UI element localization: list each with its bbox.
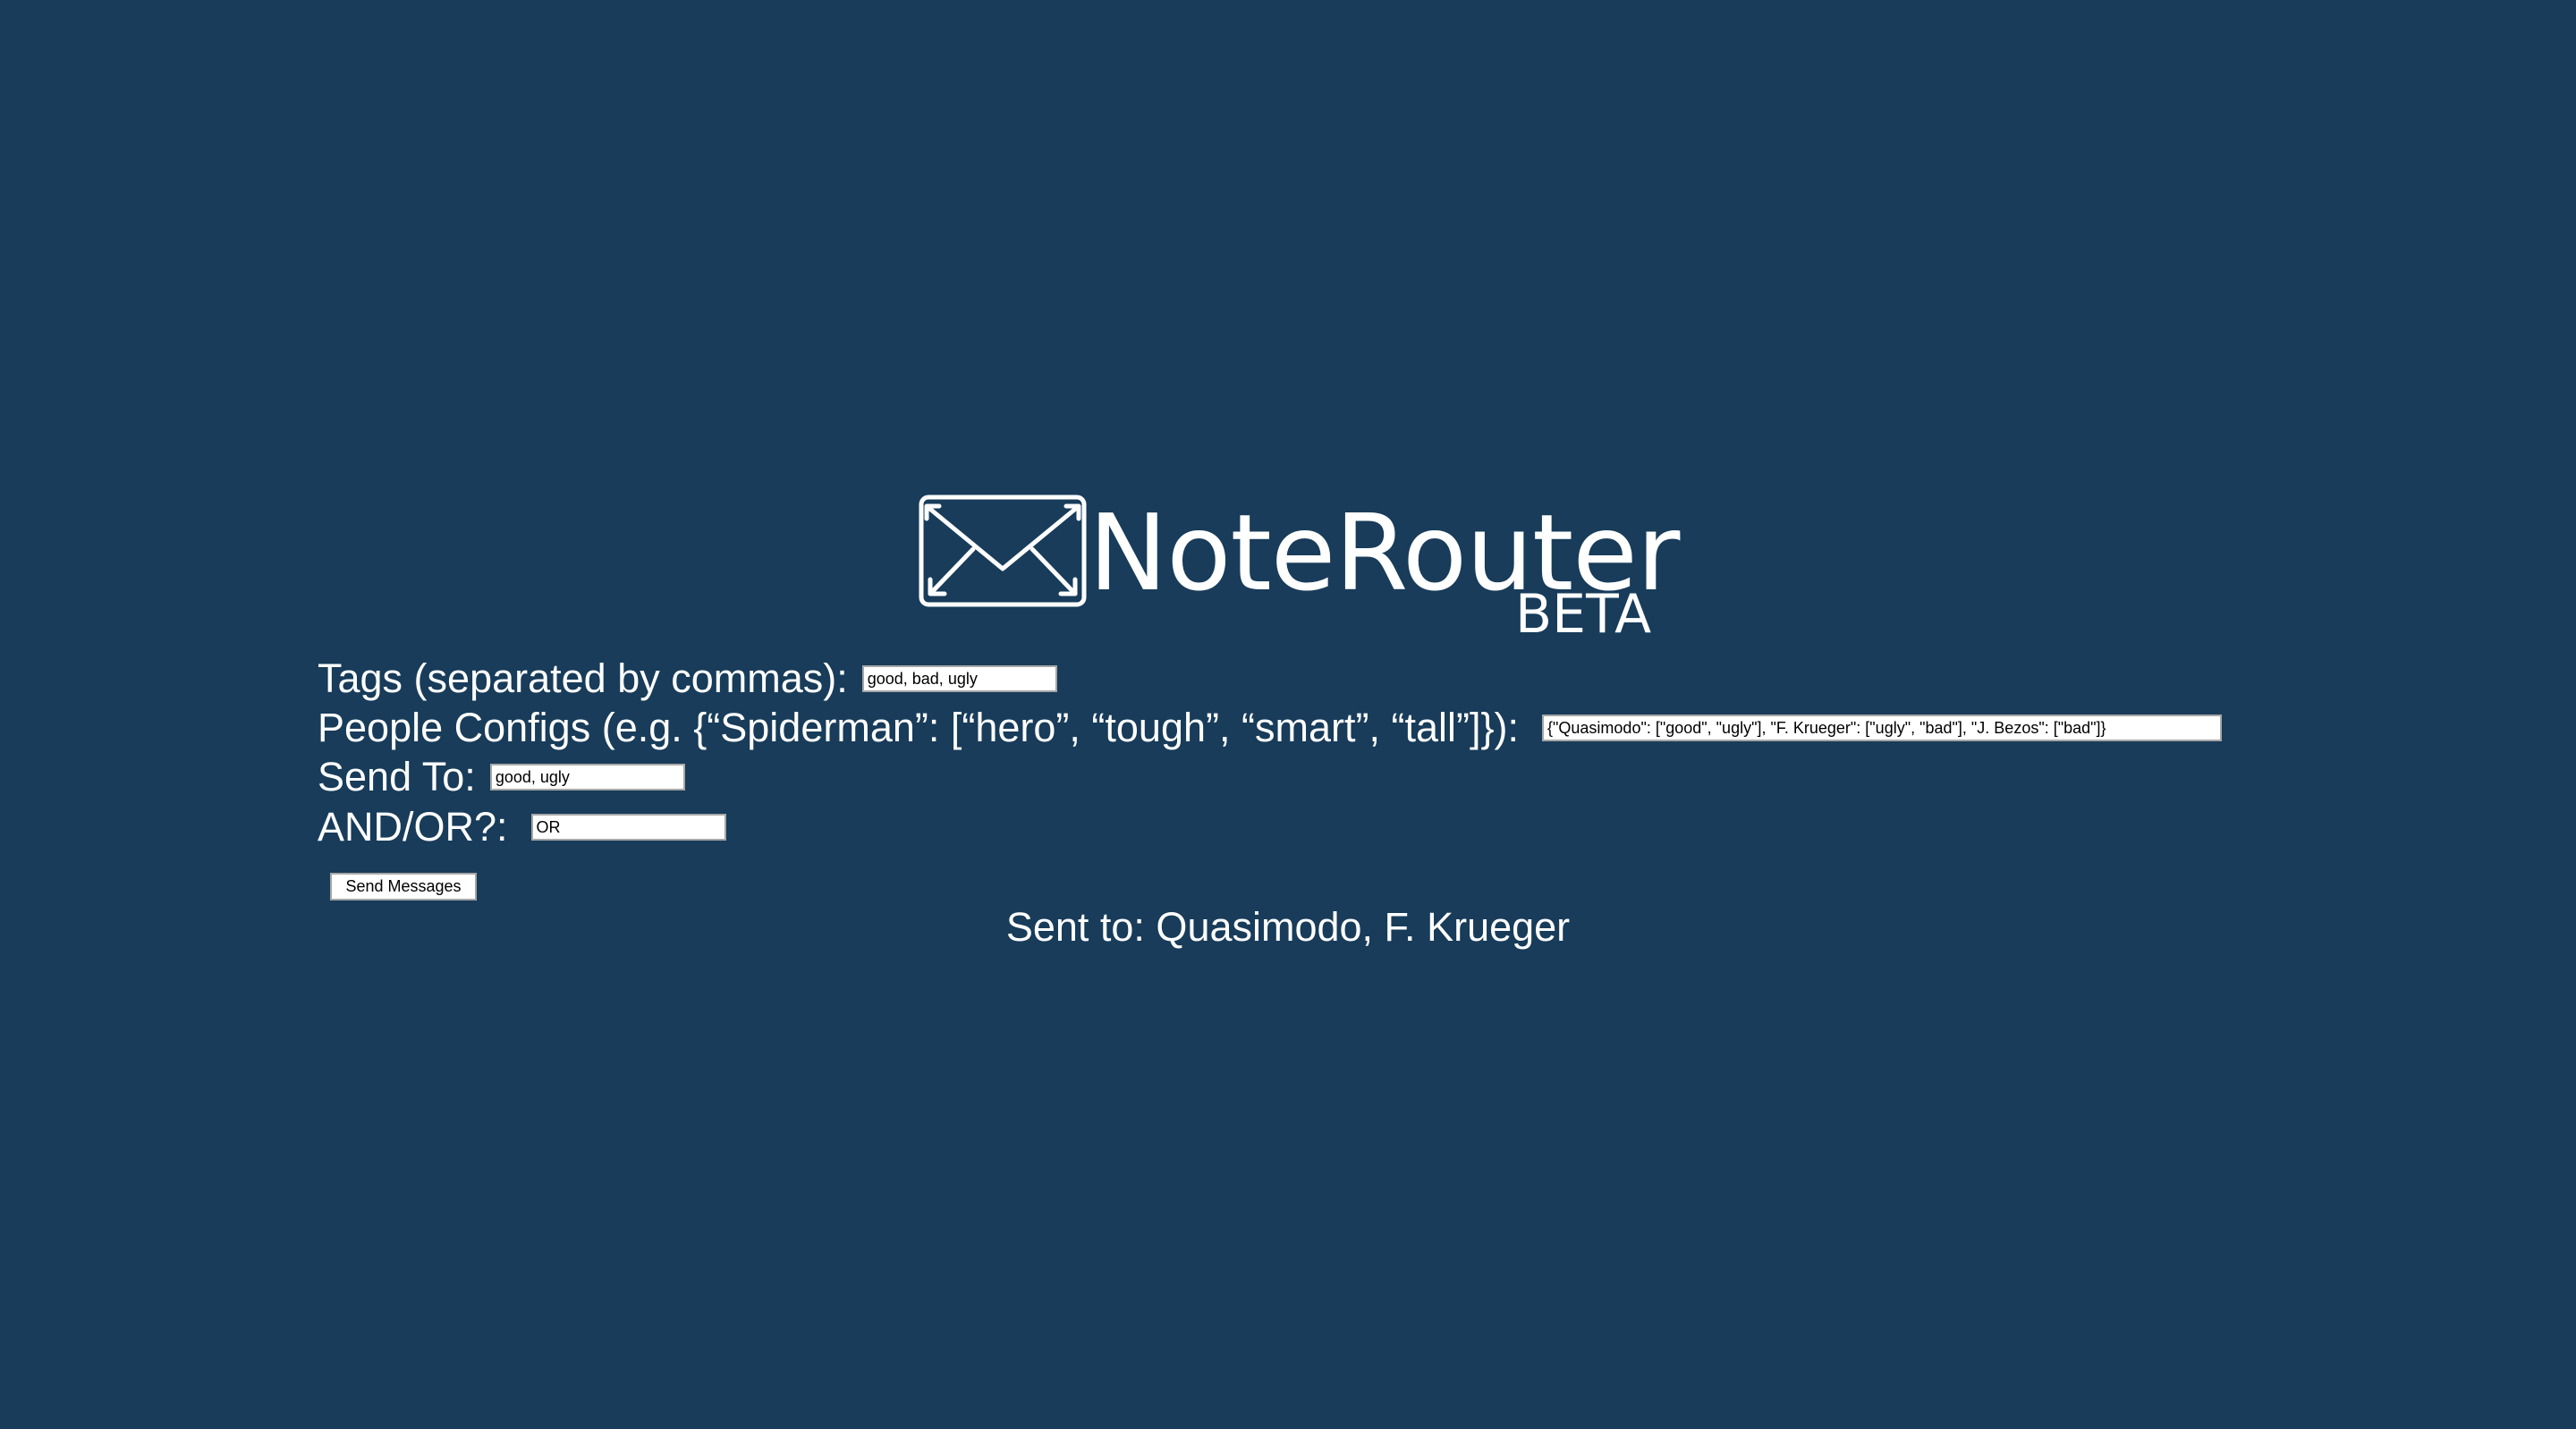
and-or-input[interactable]: OR bbox=[530, 814, 726, 841]
and-or-label: AND/OR?: bbox=[318, 804, 508, 850]
and-or-row: AND/OR?: OR bbox=[318, 802, 726, 852]
send-messages-button[interactable]: Send Messages bbox=[330, 873, 477, 901]
tags-input[interactable]: good, bad, ugly bbox=[861, 665, 1057, 692]
page: NoteRouter BETA Tags (separated by comma… bbox=[0, 0, 2576, 1429]
logo: NoteRouter BETA bbox=[918, 490, 1680, 646]
send-to-label: Send To: bbox=[318, 754, 476, 799]
people-configs-row: People Configs (e.g. {“Spiderman”: [“her… bbox=[318, 703, 2222, 753]
result-message: Sent to: Quasimodo, F. Krueger bbox=[0, 901, 2576, 954]
send-to-row: Send To: good, ugly bbox=[318, 752, 685, 802]
beta-badge: BETA bbox=[1515, 583, 1652, 646]
people-configs-input[interactable]: {"Quasimodo": ["good", "ugly"], "F. Krue… bbox=[1542, 714, 2222, 741]
send-to-input[interactable]: good, ugly bbox=[489, 764, 685, 791]
envelope-icon bbox=[919, 495, 1087, 607]
tags-label: Tags (separated by commas): bbox=[318, 655, 848, 701]
tags-row: Tags (separated by commas): good, bad, u… bbox=[318, 654, 1057, 704]
people-configs-label: People Configs (e.g. {“Spiderman”: [“her… bbox=[318, 705, 1519, 750]
result-text: Sent to: Quasimodo, F. Krueger bbox=[1005, 904, 1571, 950]
